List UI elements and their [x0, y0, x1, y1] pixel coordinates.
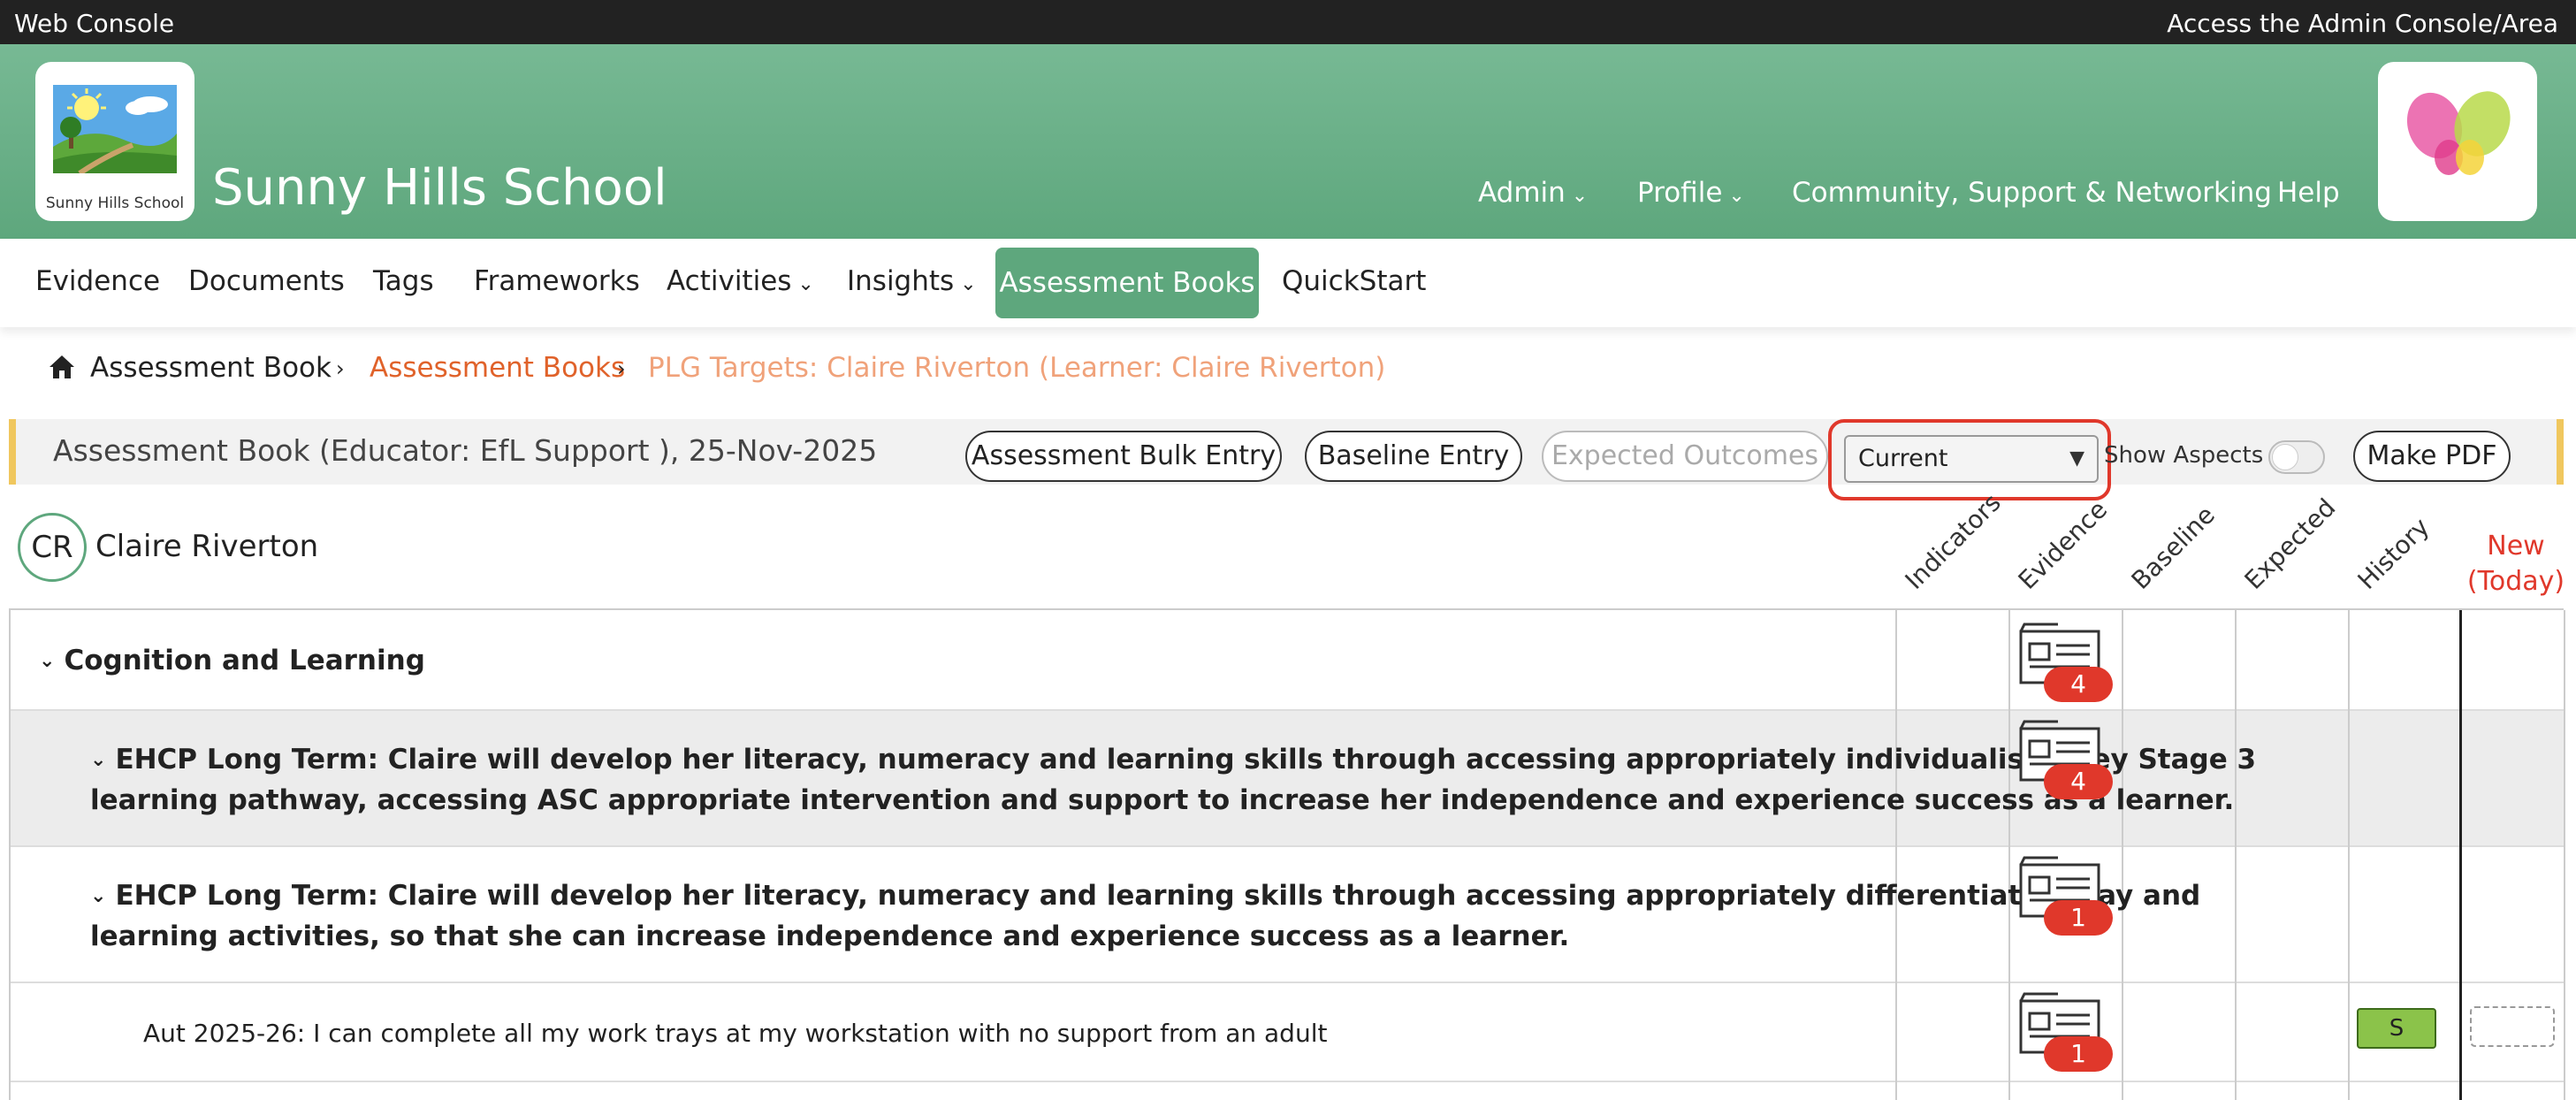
evidence-count-badge: 1	[2044, 1036, 2113, 1072]
chevron-down-icon: ⌄	[791, 273, 814, 295]
chevron-down-icon[interactable]: ⌄	[90, 742, 106, 779]
evidence-count-badge: 4	[2044, 667, 2113, 702]
chevron-down-icon: ⌄	[954, 273, 977, 295]
breadcrumb-current: PLG Targets: Claire Riverton (Learner: C…	[648, 352, 1386, 384]
school-logo[interactable]: Sunny Hills School	[35, 62, 194, 221]
nav-admin-label: Admin	[1478, 177, 1566, 209]
column-divider	[2008, 610, 2010, 1100]
evidence-cell[interactable]: 4	[2016, 621, 2113, 702]
tab-tags[interactable]: Tags	[373, 265, 434, 297]
logo-caption: Sunny Hills School	[45, 195, 185, 212]
butterfly-logo-icon[interactable]	[2378, 62, 2537, 221]
nav-community[interactable]: Community, Support & Networking	[1792, 177, 2272, 209]
home-icon[interactable]	[48, 354, 76, 387]
evidence-count-badge: 1	[2044, 900, 2113, 936]
history-status-badge[interactable]: S	[2357, 1008, 2436, 1049]
chevron-right-icon: ›	[617, 356, 626, 381]
breadcrumb-assessment-books[interactable]: Assessment Books	[370, 352, 625, 384]
evidence-cell[interactable]: 1	[2016, 990, 2113, 1072]
top-bar: Web Console Access the Admin Console/Are…	[0, 0, 2576, 44]
show-aspects-toggle[interactable]	[2268, 440, 2325, 474]
column-expected: Expected	[2238, 493, 2342, 595]
period-select[interactable]: Current ▼	[1844, 435, 2099, 483]
column-divider	[2564, 610, 2565, 1100]
nav-admin[interactable]: Admin ⌄	[1478, 177, 1588, 209]
baseline-entry-button[interactable]: Baseline Entry	[1305, 431, 1522, 482]
site-header: Sunny Hills School Sunny Hills School Ad…	[0, 44, 2576, 239]
dropdown-arrow-icon: ▼	[2069, 447, 2084, 470]
row-target-aut: Aut 2025-26: I can complete all my work …	[143, 1019, 1328, 1048]
main-nav: Evidence Documents Tags Frameworks Activ…	[0, 239, 2576, 327]
nav-profile-label: Profile	[1637, 177, 1723, 209]
row-heading-cognition[interactable]: ⌄ Cognition and Learning	[39, 642, 425, 683]
column-divider	[1895, 610, 1897, 1100]
new-assessment-input[interactable]	[2470, 1006, 2555, 1047]
make-pdf-button[interactable]: Make PDF	[2353, 431, 2511, 482]
column-history: History	[2351, 512, 2435, 595]
column-new-today: New (Today)	[2463, 529, 2569, 600]
row-ehcp-1-text1: EHCP Long Term: Claire will develop her …	[115, 744, 2257, 775]
row-ehcp-2-text2: learning activities, so that she can inc…	[90, 920, 1570, 952]
period-select-value: Current	[1858, 445, 1948, 472]
tab-insights[interactable]: Insights ⌄	[847, 265, 977, 297]
evidence-count-badge: 4	[2044, 764, 2113, 799]
assessment-book-title: Assessment Book (Educator: EfL Support )…	[53, 433, 878, 468]
tab-evidence[interactable]: Evidence	[35, 265, 160, 297]
column-evidence: Evidence	[2012, 494, 2114, 595]
chevron-right-icon: ›	[336, 356, 345, 381]
column-divider	[2122, 610, 2123, 1100]
row-ehcp-1[interactable]: ⌄ EHCP Long Term: Claire will develop her…	[90, 741, 2256, 819]
chevron-down-icon: ⌄	[1565, 185, 1589, 207]
assessment-bulk-entry-button[interactable]: Assessment Bulk Entry	[965, 431, 1282, 482]
tab-insights-label: Insights	[847, 265, 955, 297]
tab-quickstart[interactable]: QuickStart	[1282, 265, 1426, 297]
tab-assessment-books[interactable]: Assessment Books	[995, 248, 1259, 318]
tab-documents[interactable]: Documents	[188, 265, 345, 297]
column-new-label: New	[2487, 531, 2545, 561]
chevron-down-icon: ⌄	[1722, 185, 1745, 207]
evidence-cell[interactable]: 1	[2016, 854, 2113, 936]
row-ehcp-2[interactable]: ⌄ EHCP Long Term: Claire will develop her…	[90, 877, 2200, 955]
today-divider	[2459, 610, 2462, 1100]
expected-outcomes-button[interactable]: Expected Outcomes	[1542, 431, 1828, 482]
row-ehcp-1-line1: ⌄ EHCP Long Term: Claire will develop her…	[90, 741, 2256, 782]
row-ehcp-1-text2: learning pathway, accessing ASC appropri…	[90, 784, 2235, 816]
learner-name: Claire Riverton	[95, 529, 319, 564]
web-console-label: Web Console	[14, 9, 175, 38]
row-heading-text: Cognition and Learning	[64, 645, 425, 676]
chevron-down-icon[interactable]: ⌄	[39, 643, 55, 680]
show-aspects-label: Show Aspects	[2104, 442, 2264, 469]
school-name: Sunny Hills School	[212, 159, 667, 217]
tab-activities-label: Activities	[667, 265, 792, 297]
evidence-cell[interactable]: 4	[2016, 718, 2113, 799]
chevron-down-icon[interactable]: ⌄	[90, 878, 106, 915]
toggle-knob	[2272, 444, 2298, 470]
column-indicators: Indicators	[1899, 487, 2007, 595]
row-ehcp-2-line1: ⌄ EHCP Long Term: Claire will develop her…	[90, 877, 2200, 918]
nav-help[interactable]: Help	[2277, 177, 2340, 209]
column-today-label: (Today)	[2466, 566, 2565, 597]
breadcrumb-home[interactable]: Assessment Book	[90, 352, 332, 384]
nav-profile[interactable]: Profile ⌄	[1637, 177, 1745, 209]
admin-console-link[interactable]: Access the Admin Console/Area	[2167, 9, 2558, 38]
column-baseline: Baseline	[2125, 500, 2221, 595]
row-ehcp-2-text1: EHCP Long Term: Claire will develop her …	[115, 880, 2201, 912]
landscape-logo-icon	[53, 85, 177, 173]
tab-frameworks[interactable]: Frameworks	[474, 265, 640, 297]
tab-activities[interactable]: Activities ⌄	[667, 265, 814, 297]
avatar: CR	[18, 513, 87, 582]
column-divider	[2235, 610, 2237, 1100]
column-divider	[2348, 610, 2350, 1100]
